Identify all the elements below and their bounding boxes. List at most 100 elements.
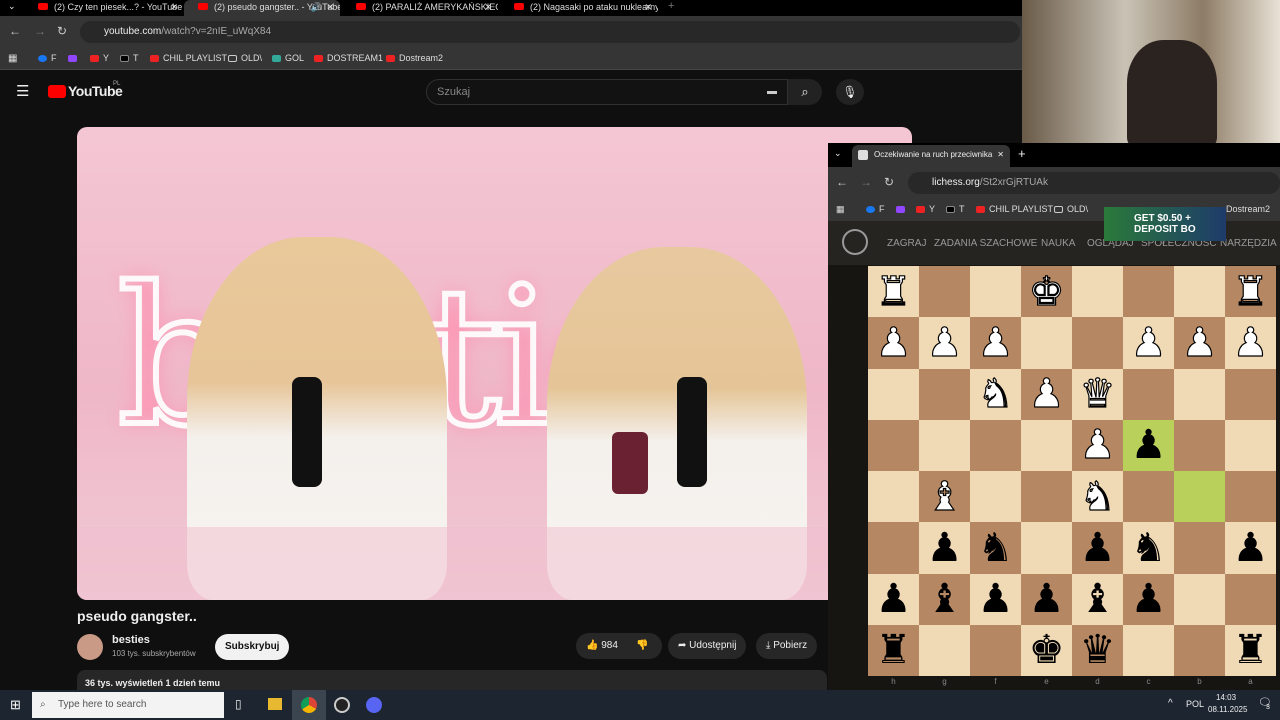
- square-e3[interactable]: ♟: [1021, 368, 1072, 420]
- nav-narzedzia[interactable]: NARZĘDZIA: [1220, 238, 1277, 249]
- square-d5[interactable]: ♞: [1072, 471, 1123, 523]
- square-h6[interactable]: [868, 522, 919, 574]
- white-king-icon[interactable]: ♚: [1028, 271, 1065, 312]
- bookmark-twitch[interactable]: [68, 53, 81, 63]
- bookmark-chil-playlist[interactable]: CHIL PLAYLIST: [976, 204, 1053, 214]
- close-icon[interactable]: ✕: [997, 145, 1004, 165]
- nav-zagraj[interactable]: ZAGRAJ: [887, 238, 926, 249]
- dislike-button[interactable]: 👎: [636, 633, 648, 659]
- lichess-logo-icon[interactable]: [842, 229, 868, 255]
- youtube-logo-icon[interactable]: [48, 85, 66, 98]
- nav-nauka[interactable]: NAUKA: [1041, 238, 1075, 249]
- square-f7[interactable]: ♟: [970, 573, 1021, 625]
- square-e6[interactable]: [1021, 522, 1072, 574]
- square-f8[interactable]: [970, 624, 1021, 676]
- tray-chevron-icon[interactable]: ^: [1168, 698, 1173, 709]
- task-view-icon[interactable]: ▯: [235, 697, 242, 711]
- search-button[interactable]: ⌕: [788, 79, 822, 105]
- black-pawn-icon[interactable]: ♟: [927, 528, 963, 568]
- like-button[interactable]: 👍 984: [586, 640, 618, 651]
- bookmark-y[interactable]: Y: [90, 53, 109, 63]
- lichess-tab[interactable]: Oczekiwanie na ruch przeciwnika ✕: [852, 145, 1010, 167]
- square-a6[interactable]: ♟: [1225, 522, 1276, 574]
- square-a3[interactable]: [1225, 368, 1276, 420]
- clock-date[interactable]: 08.11.2025: [1208, 705, 1247, 714]
- url-input[interactable]: youtube.com/watch?v=2nIE_uWqX84: [80, 21, 1020, 43]
- white-pawn-icon[interactable]: ♟: [1181, 322, 1218, 363]
- square-e2[interactable]: [1021, 317, 1072, 369]
- black-queen-icon[interactable]: ♛: [1080, 630, 1116, 670]
- square-b5[interactable]: [1174, 471, 1225, 523]
- bookmark-t[interactable]: T: [946, 204, 965, 214]
- white-pawn-icon[interactable]: ♟: [1028, 374, 1065, 415]
- square-e8[interactable]: ♚: [1021, 624, 1072, 676]
- square-c4[interactable]: ♟: [1123, 419, 1174, 471]
- square-b4[interactable]: [1174, 419, 1225, 471]
- white-queen-icon[interactable]: ♛: [1079, 374, 1116, 415]
- square-e1[interactable]: ♚: [1021, 266, 1072, 318]
- square-b2[interactable]: ♟: [1174, 317, 1225, 369]
- forward-icon[interactable]: →: [34, 24, 46, 38]
- bookmark-chil-playlist[interactable]: CHIL PLAYLIST: [150, 53, 227, 63]
- square-a5[interactable]: [1225, 471, 1276, 523]
- new-tab-button[interactable]: +: [668, 0, 674, 12]
- black-pawn-icon[interactable]: ♟: [1131, 425, 1167, 465]
- white-pawn-icon[interactable]: ♟: [875, 322, 912, 363]
- bookmark-twitch[interactable]: [896, 204, 909, 214]
- black-pawn-icon[interactable]: ♟: [1131, 579, 1167, 619]
- search-input[interactable]: Szukaj ▬: [426, 79, 788, 105]
- square-a1[interactable]: ♜: [1225, 266, 1276, 318]
- square-e4[interactable]: [1021, 419, 1072, 471]
- square-g7[interactable]: ♝: [919, 573, 970, 625]
- video-player[interactable]: besties: [77, 127, 912, 600]
- square-h3[interactable]: [868, 368, 919, 420]
- forward-icon[interactable]: →: [860, 175, 872, 189]
- square-g3[interactable]: [919, 368, 970, 420]
- square-c5[interactable]: [1123, 471, 1174, 523]
- chrome-taskbar-button[interactable]: [292, 690, 326, 720]
- close-icon[interactable]: ✕: [326, 2, 334, 13]
- tab-1[interactable]: (2) pseudo gangster.. - YouTube 🔊 ✕: [184, 0, 340, 16]
- subscribe-button[interactable]: Subskrybuj: [215, 634, 290, 660]
- voice-search-button[interactable]: 🎙: [836, 79, 864, 105]
- white-pawn-icon[interactable]: ♟: [1130, 322, 1167, 363]
- square-f1[interactable]: [970, 266, 1021, 318]
- tab-2[interactable]: (2) PARALIŻ AMERYKAŃSKIEGO ✕: [342, 0, 498, 16]
- square-a4[interactable]: [1225, 419, 1276, 471]
- bookmark-dostream1[interactable]: DOSTREAM1: [314, 53, 383, 63]
- white-rook-icon[interactable]: ♜: [1232, 271, 1269, 312]
- close-icon[interactable]: ✕: [170, 2, 178, 13]
- square-c3[interactable]: [1123, 368, 1174, 420]
- square-b3[interactable]: [1174, 368, 1225, 420]
- square-h8[interactable]: ♜: [868, 624, 919, 676]
- black-rook-icon[interactable]: ♜: [1233, 630, 1269, 670]
- description-box[interactable]: 36 tys. wyświetleń 1 dzień temu: [77, 670, 827, 692]
- bookmark-f[interactable]: F: [866, 204, 885, 214]
- white-bishop-icon[interactable]: ♝: [926, 476, 963, 517]
- discord-icon[interactable]: [366, 697, 382, 713]
- file-explorer-icon[interactable]: [268, 698, 282, 710]
- black-bishop-icon[interactable]: ♝: [1080, 579, 1116, 619]
- white-pawn-icon[interactable]: ♟: [977, 322, 1014, 363]
- advertisement-banner[interactable]: GET $0.50 + DEPOSIT BO: [1104, 207, 1226, 241]
- speaker-icon[interactable]: 🔊: [311, 2, 322, 13]
- black-knight-icon[interactable]: ♞: [1131, 528, 1167, 568]
- square-e7[interactable]: ♟: [1021, 573, 1072, 625]
- back-icon[interactable]: ←: [9, 24, 21, 38]
- apps-icon[interactable]: ▦: [836, 204, 845, 215]
- square-b6[interactable]: [1174, 522, 1225, 574]
- square-e5[interactable]: [1021, 471, 1072, 523]
- black-pawn-icon[interactable]: ♟: [1080, 528, 1116, 568]
- square-c7[interactable]: ♟: [1123, 573, 1174, 625]
- square-d1[interactable]: [1072, 266, 1123, 318]
- bookmark-f[interactable]: F: [38, 53, 57, 63]
- keyboard-icon[interactable]: ▬: [767, 80, 777, 104]
- bookmark-old[interactable]: OLD\: [228, 53, 262, 63]
- square-d3[interactable]: ♛: [1072, 368, 1123, 420]
- white-pawn-icon[interactable]: ♟: [1232, 322, 1269, 363]
- square-d6[interactable]: ♟: [1072, 522, 1123, 574]
- square-d7[interactable]: ♝: [1072, 573, 1123, 625]
- nav-zadania-szachowe[interactable]: ZADANIA SZACHOWE: [934, 238, 1037, 249]
- tab-list-icon[interactable]: ⌄: [834, 148, 842, 159]
- apps-icon[interactable]: ▦: [8, 53, 17, 64]
